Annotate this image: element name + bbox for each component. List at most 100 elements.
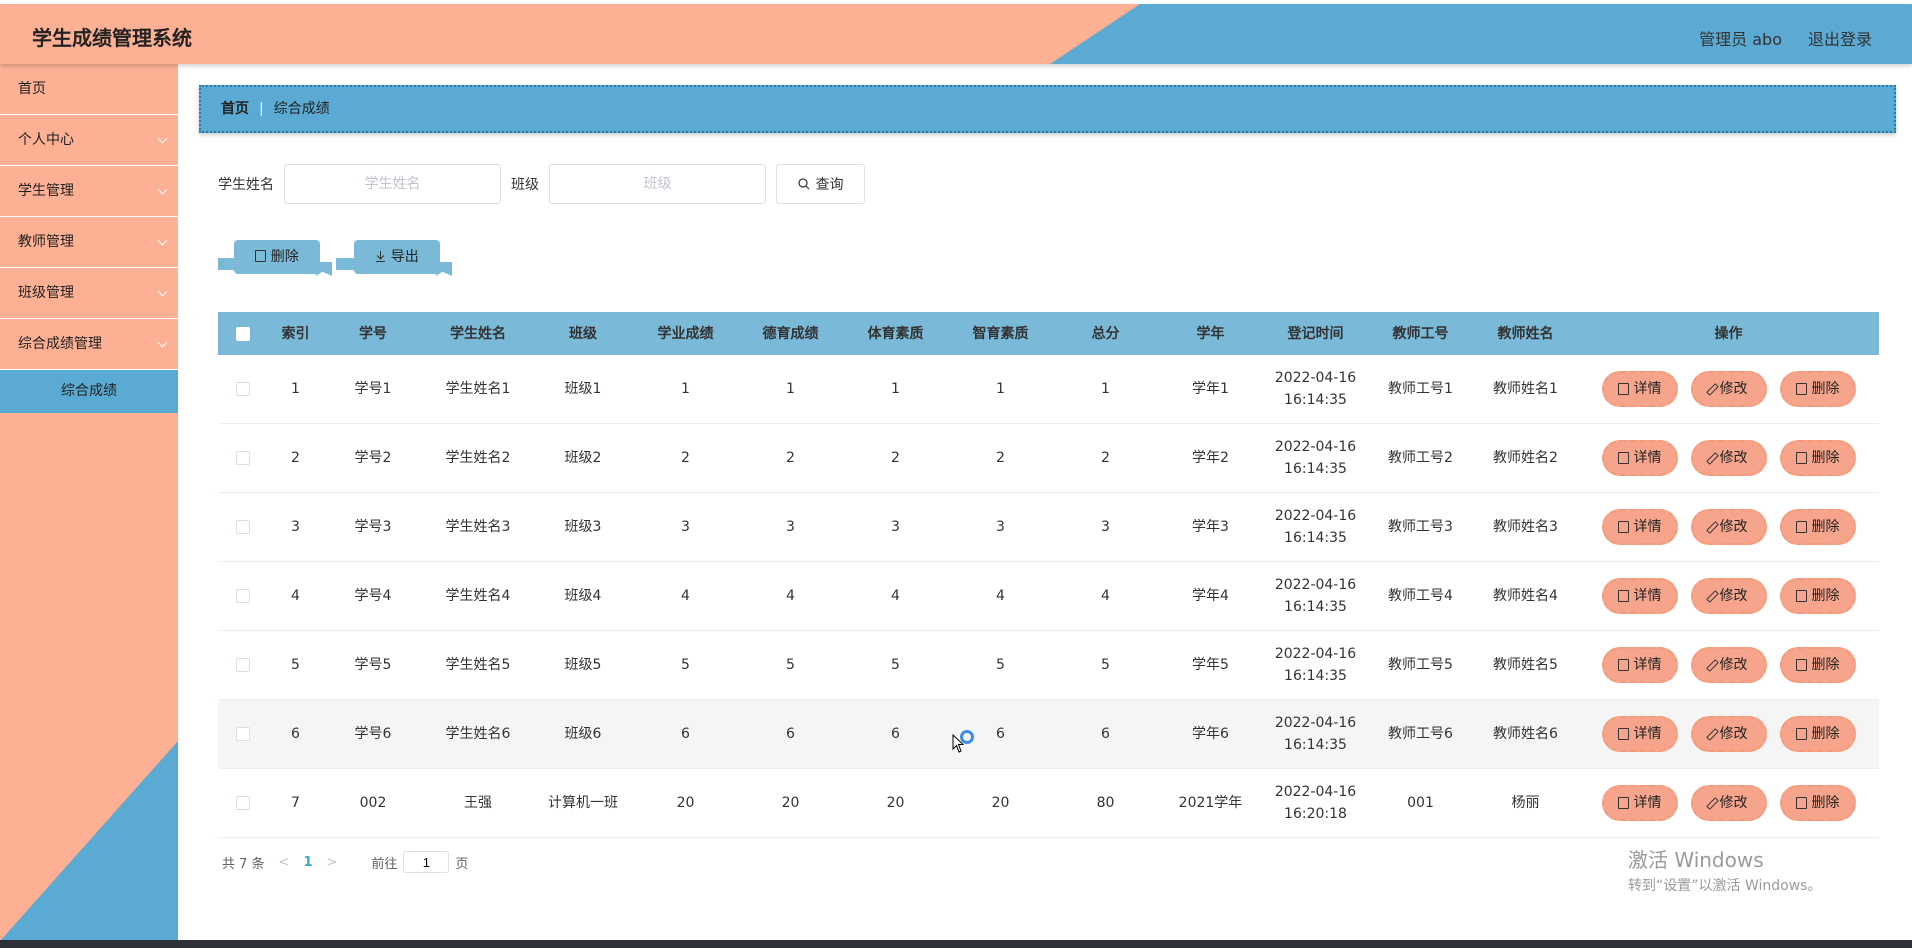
edit-label: 修改 (1719, 588, 1748, 604)
table-row[interactable]: 5 学号5 学生姓名5 班级5 5 5 5 5 5 学年5 2022-04-16 16:14:35 教师… (218, 631, 1879, 700)
sidebar-item-students[interactable]: 学生管理 (0, 166, 178, 217)
row-actions: 详情 修改 删除 (1578, 578, 1879, 614)
watermark-line2: 转到“设置”以激活 Windows。 (1628, 878, 1822, 894)
row-checkbox[interactable] (236, 658, 250, 672)
detail-button[interactable]: 详情 (1601, 785, 1678, 821)
batch-delete-ribbon[interactable]: 删除 (218, 240, 338, 276)
row-checkbox[interactable] (236, 589, 250, 603)
taskbar (0, 940, 1912, 948)
row-checkbox[interactable] (236, 451, 250, 465)
document-icon (1617, 452, 1629, 464)
pencil-icon (1705, 382, 1719, 396)
sidebar-item-grades-mgmt[interactable]: 综合成绩管理 (0, 319, 178, 370)
edit-button[interactable]: 修改 (1690, 440, 1767, 476)
page-number[interactable]: 1 (303, 855, 312, 870)
table-cell: 4 (681, 588, 690, 604)
col-header: 教师工号 (1392, 325, 1449, 342)
detail-button[interactable]: 详情 (1601, 647, 1678, 683)
table-row[interactable]: 7 002 王强 计算机一班 20 20 20 20 80 2021学年 2022-04-16 16:… (218, 769, 1879, 838)
edit-button[interactable]: 修改 (1690, 578, 1767, 614)
row-actions: 详情 修改 删除 (1578, 785, 1879, 821)
delete-button[interactable]: 删除 (1779, 509, 1856, 545)
table-cell: 5 (996, 657, 1005, 673)
table-cell: 计算机一班 (548, 795, 618, 811)
detail-button[interactable]: 详情 (1601, 716, 1678, 752)
sidebar-item-classes[interactable]: 班级管理 (0, 268, 178, 319)
table-cell: 教师姓名3 (1493, 519, 1558, 535)
logout-link[interactable]: 退出登录 (1808, 26, 1872, 50)
edit-button[interactable]: 修改 (1690, 371, 1767, 407)
export-ribbon[interactable]: 导出 (336, 240, 476, 276)
trash-icon (1795, 590, 1807, 602)
row-checkbox[interactable] (236, 520, 250, 534)
table-row[interactable]: 1 学号1 学生姓名1 班级1 1 1 1 1 1 学年1 2022-04-16 16:14:35 教师… (218, 355, 1879, 424)
col-header: 班级 (569, 325, 597, 342)
sidebar-subitem-grades[interactable]: 综合成绩 (0, 370, 178, 413)
table-cell: 学生姓名6 (445, 726, 511, 742)
table-row[interactable]: 4 学号4 学生姓名4 班级4 4 4 4 4 4 学年4 2022-04-16 16:14:35 教师… (218, 562, 1879, 631)
edit-label: 修改 (1719, 726, 1748, 742)
delete-button[interactable]: 删除 (1779, 785, 1856, 821)
chevron-down-icon (157, 286, 168, 297)
row-actions: 详情 修改 删除 (1578, 371, 1879, 407)
delete-button[interactable]: 删除 (1779, 440, 1856, 476)
export-button[interactable]: 导出 (354, 240, 440, 274)
document-icon (1617, 728, 1629, 740)
table-cell: 学年3 (1192, 519, 1229, 535)
edit-button[interactable]: 修改 (1690, 785, 1767, 821)
col-header: 德育成绩 (762, 325, 819, 342)
student-name-input[interactable] (284, 164, 501, 204)
table-cell: 002 (359, 795, 387, 811)
edit-label: 修改 (1719, 450, 1748, 466)
table-cell: 班级2 (564, 450, 602, 466)
sidebar-item-label: 班级管理 (18, 285, 74, 301)
table-row[interactable]: 6 学号6 学生姓名6 班级6 6 6 6 6 6 学年6 2022-04-16 16:14:35 教师… (218, 700, 1879, 769)
delete-button[interactable]: 删除 (1779, 647, 1856, 683)
batch-delete-button[interactable]: 删除 (234, 240, 320, 274)
col-header: 学业成绩 (657, 325, 714, 342)
table-cell: 6 (291, 726, 300, 742)
prev-page-icon[interactable]: < (279, 855, 290, 870)
table-row[interactable]: 3 学号3 学生姓名3 班级3 3 3 3 3 3 学年3 2022-04-16 16:14:35 教师… (218, 493, 1879, 562)
document-icon (1617, 659, 1629, 671)
col-header: 学年 (1196, 325, 1225, 342)
delete-button[interactable]: 删除 (1779, 578, 1856, 614)
row-select-cell (218, 796, 268, 810)
detail-button[interactable]: 详情 (1601, 578, 1678, 614)
delete-button[interactable]: 删除 (1779, 716, 1856, 752)
row-checkbox[interactable] (236, 727, 250, 741)
breadcrumb: 首页 | 综合成绩 (199, 85, 1896, 133)
sidebar-item-teachers[interactable]: 教师管理 (0, 217, 178, 268)
edit-button[interactable]: 修改 (1690, 716, 1767, 752)
edit-button[interactable]: 修改 (1690, 509, 1767, 545)
detail-button[interactable]: 详情 (1601, 440, 1678, 476)
detail-button[interactable]: 详情 (1601, 371, 1678, 407)
query-button[interactable]: 查询 (776, 164, 865, 204)
trash-icon (255, 250, 267, 262)
table-row[interactable]: 2 学号2 学生姓名2 班级2 2 2 2 2 2 学年2 2022-04-16 16:14:35 教师… (218, 424, 1879, 493)
table-cell: 教师工号1 (1388, 381, 1453, 397)
breadcrumb-home[interactable]: 首页 (221, 101, 249, 117)
time-text: 16:14:35 (1284, 668, 1347, 684)
select-all-checkbox[interactable] (236, 326, 250, 341)
table-cell: 教师姓名5 (1493, 657, 1558, 673)
next-page-icon[interactable]: > (327, 855, 338, 870)
table-cell: 教师姓名4 (1493, 588, 1558, 604)
table-cell: 1 (891, 381, 900, 397)
sidebar-item-profile[interactable]: 个人中心 (0, 115, 178, 166)
table-cell-time: 2022-04-16 16:14:35 (1263, 574, 1368, 618)
row-checkbox[interactable] (236, 382, 250, 396)
sidebar-item-home[interactable]: 首页 (0, 64, 178, 115)
col-header: 操作 (1714, 325, 1743, 342)
row-checkbox[interactable] (236, 796, 250, 810)
admin-name: 管理员 abo (1699, 30, 1782, 49)
detail-button[interactable]: 详情 (1601, 509, 1678, 545)
table-cell: 班级3 (564, 519, 602, 535)
edit-button[interactable]: 修改 (1690, 647, 1767, 683)
document-icon (1617, 797, 1629, 809)
goto-page-input[interactable] (403, 851, 450, 873)
class-input[interactable] (549, 164, 766, 204)
delete-button[interactable]: 删除 (1779, 371, 1856, 407)
detail-label: 详情 (1633, 519, 1662, 535)
student-name-label: 学生姓名 (218, 177, 274, 193)
